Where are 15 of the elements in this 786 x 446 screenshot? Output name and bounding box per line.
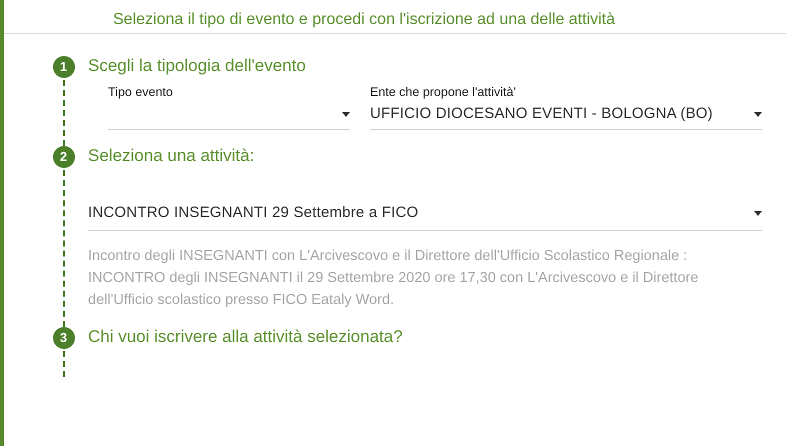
dropdown-field[interactable]: UFFICIO DIOCESANO EVENTI - BOLOGNA (BO): [370, 100, 762, 130]
intro-text: Seleziona il tipo di evento e procedi con l'iscrizione ad una delle attività: [113, 10, 616, 30]
dropdown-caret-icon: [754, 112, 762, 117]
dropdown-caret-icon: [342, 112, 350, 117]
step-title: Scegli la tipologia dell'evento: [88, 55, 307, 77]
step-number: 3: [52, 327, 74, 349]
step-number: 2: [52, 146, 74, 168]
dropdown-field[interactable]: INCONTRO INSEGNANTI 29 Settembre a FICO: [88, 197, 762, 231]
step-number: 1: [52, 56, 74, 78]
field-label: Ente che propone l'attività': [370, 84, 517, 100]
dropdown-caret-icon: [754, 211, 762, 216]
step-title: Chi vuoi iscrivere alla attività selezionata?: [88, 326, 404, 348]
field-label: Tipo evento: [108, 84, 174, 100]
activity-description: Incontro degli INSEGNANTI con L'Arcivescovo e il Direttore dell'Ufficio Scolastico Regionale : INCONTRO degli INSEGNANTI il 29 Settembre 2020 ore 17,30 con L'Arcivescovo e il Direttore dell'Ufficio scolastico presso FICO Eataly Word.: [88, 247, 700, 310]
step-title: Seleziona una attività:: [88, 145, 256, 167]
